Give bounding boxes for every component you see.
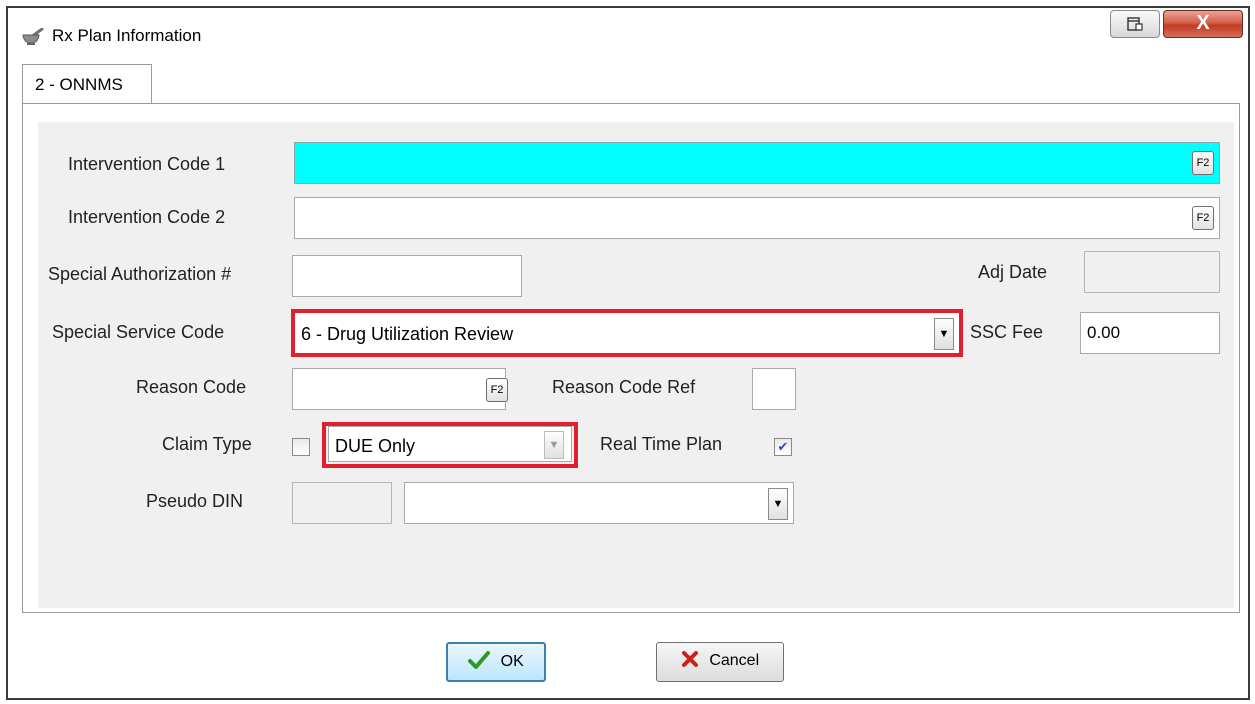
close-button[interactable]: X bbox=[1163, 10, 1243, 38]
chevron-down-icon: ▼ bbox=[772, 498, 784, 510]
reason-code-label: Reason Code bbox=[136, 377, 247, 397]
intervention-code-2-input[interactable] bbox=[294, 197, 1220, 239]
real-time-plan-label: Real Time Plan bbox=[600, 434, 723, 454]
claim-type-label: Claim Type bbox=[162, 434, 252, 454]
annotation-highlight-ssc bbox=[291, 309, 963, 357]
ok-button-label: OK bbox=[500, 653, 524, 670]
restore-icon bbox=[1127, 17, 1143, 36]
real-time-plan-checkbox[interactable]: ✔ bbox=[774, 438, 792, 456]
reason-code-ref-input[interactable] bbox=[752, 368, 796, 410]
pseudo-din-dropdown-button[interactable]: ▼ bbox=[768, 488, 788, 520]
close-icon: X bbox=[1196, 12, 1210, 34]
tab-onnms[interactable]: 2 - ONNMS bbox=[22, 64, 152, 104]
ok-button[interactable]: OK bbox=[446, 642, 546, 682]
adj-date-label: Adj Date bbox=[978, 262, 1048, 282]
special-service-code-label: Special Service Code bbox=[52, 322, 225, 342]
pseudo-din-label: Pseudo DIN bbox=[146, 491, 244, 511]
intervention-code-1-lookup-button[interactable]: F2 bbox=[1192, 151, 1214, 175]
adj-date-input bbox=[1084, 251, 1220, 293]
ssc-fee-label: SSC Fee bbox=[970, 322, 1044, 342]
cancel-button-label: Cancel bbox=[709, 652, 760, 669]
tab-label: 2 - ONNMS bbox=[35, 75, 123, 94]
intervention-code-1-input[interactable] bbox=[294, 142, 1220, 184]
intervention-code-1-label: Intervention Code 1 bbox=[68, 154, 226, 174]
dialog-window: Rx Plan Information X 2 - ONNMS Interven… bbox=[6, 6, 1250, 700]
special-authorization-label: Special Authorization # bbox=[48, 264, 232, 284]
restore-button[interactable] bbox=[1110, 10, 1160, 38]
pseudo-din-input bbox=[292, 482, 392, 524]
reason-code-ref-label: Reason Code Ref bbox=[552, 377, 696, 397]
intervention-code-2-lookup-button[interactable]: F2 bbox=[1192, 206, 1214, 230]
intervention-code-2-label: Intervention Code 2 bbox=[68, 207, 226, 227]
reason-code-lookup-button[interactable]: F2 bbox=[486, 378, 508, 402]
pseudo-din-select[interactable] bbox=[404, 482, 794, 524]
mortar-pestle-icon bbox=[22, 27, 44, 46]
title-bar[interactable]: Rx Plan Information X bbox=[8, 8, 1248, 62]
checkmark-icon: ✔ bbox=[777, 439, 789, 454]
checkmark-icon bbox=[468, 650, 491, 674]
ssc-fee-input[interactable]: 0.00 bbox=[1080, 312, 1220, 354]
annotation-highlight-claim-type bbox=[322, 422, 578, 468]
claim-type-checkbox[interactable] bbox=[292, 438, 310, 456]
cancel-button[interactable]: Cancel bbox=[656, 642, 784, 682]
window-title: Rx Plan Information bbox=[52, 26, 202, 45]
form-panel bbox=[38, 122, 1234, 608]
reason-code-input[interactable] bbox=[292, 368, 506, 410]
special-authorization-input[interactable] bbox=[292, 255, 522, 297]
x-mark-icon bbox=[681, 650, 699, 673]
